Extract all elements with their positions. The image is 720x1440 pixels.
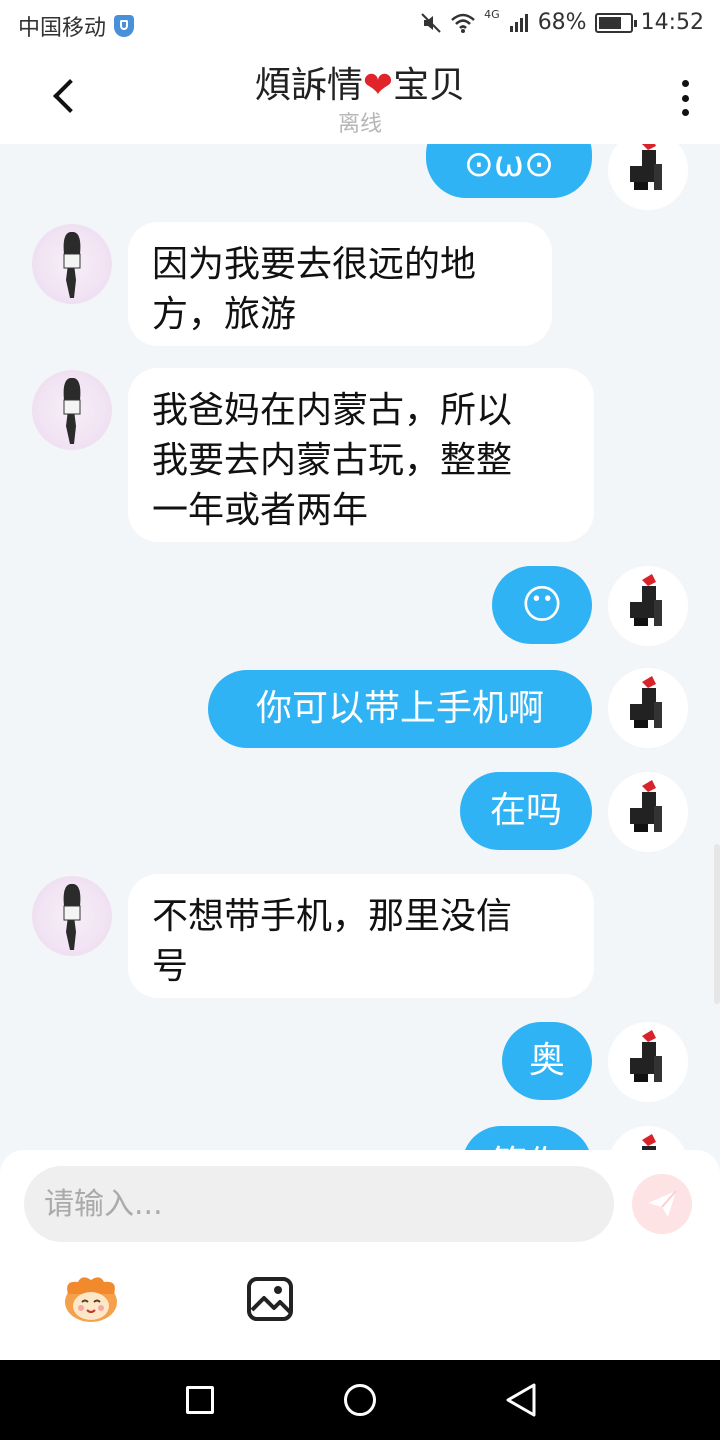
message-text: 因为我要去很远的地 方，旅游 bbox=[152, 244, 477, 335]
scrollbar[interactable] bbox=[714, 844, 720, 1004]
nav-back-icon[interactable] bbox=[504, 1382, 538, 1418]
message-text: ⊙ω⊙ bbox=[463, 144, 555, 185]
heart-emoji: ❤ bbox=[362, 65, 394, 106]
contact-status: 离线 bbox=[337, 112, 382, 137]
nav-recent-icon[interactable] bbox=[186, 1386, 214, 1414]
avatar-self[interactable] bbox=[608, 1126, 688, 1150]
avatar-self[interactable] bbox=[608, 668, 688, 748]
message-bubble-outgoing[interactable]: 😶 bbox=[492, 566, 592, 644]
avatar-self[interactable] bbox=[608, 1022, 688, 1102]
more-vertical-icon[interactable] bbox=[680, 80, 690, 116]
status-right: 4G 68% 14:52 bbox=[420, 8, 704, 35]
avatar-self[interactable] bbox=[608, 772, 688, 852]
carrier-label: 中国移动 bbox=[18, 16, 107, 41]
network-type: 4G bbox=[484, 8, 500, 21]
message-bubble-incoming[interactable]: 我爸妈在内蒙古，所以 我要去内蒙古玩，整整 一年或者两年 bbox=[128, 368, 594, 542]
avatar-contact[interactable] bbox=[32, 876, 112, 956]
emoji-expressionless: 😶 bbox=[521, 582, 563, 628]
message-text: 不想带手机，那里没信 号 bbox=[152, 896, 513, 987]
system-nav-bar bbox=[0, 1360, 720, 1440]
message-bubble-incoming[interactable]: 不想带手机，那里没信 号 bbox=[128, 874, 594, 998]
avatar-contact[interactable] bbox=[32, 224, 112, 304]
contact-name[interactable]: 煩訴情❤宝贝 bbox=[0, 56, 720, 108]
wifi-icon bbox=[451, 13, 475, 33]
avatar-self[interactable] bbox=[608, 144, 688, 210]
status-left: 中国移动 bbox=[18, 10, 135, 42]
send-button[interactable] bbox=[632, 1174, 692, 1234]
image-icon bbox=[247, 1277, 293, 1321]
message-text: 在吗 bbox=[489, 790, 562, 831]
image-button[interactable] bbox=[246, 1276, 294, 1322]
contact-name-part1: 煩訴情 bbox=[254, 65, 363, 106]
message-bubble-outgoing[interactable]: 在吗 bbox=[460, 772, 592, 850]
message-bubble-incoming[interactable]: 因为我要去很远的地 方，旅游 bbox=[128, 222, 552, 346]
send-icon bbox=[648, 1190, 677, 1217]
message-bubble-outgoing[interactable]: 你可以带上手机啊 bbox=[208, 670, 592, 748]
clock: 14:52 bbox=[640, 10, 704, 35]
avatar-contact[interactable] bbox=[32, 370, 112, 450]
message-text: 奥 bbox=[528, 1040, 565, 1081]
signal-icon bbox=[509, 13, 528, 32]
chat-header: 煩訴情❤宝贝 离线 bbox=[0, 50, 720, 144]
avatar-self[interactable] bbox=[608, 566, 688, 646]
emoji-icon bbox=[65, 1277, 117, 1322]
message-bubble-outgoing[interactable]: 等你 bbox=[462, 1126, 592, 1150]
message-text: 我爸妈在内蒙古，所以 我要去内蒙古玩，整整 一年或者两年 bbox=[152, 390, 513, 531]
status-bar: 中国移动 4G 68% 14:52 bbox=[0, 0, 720, 50]
shield-icon bbox=[114, 15, 135, 37]
composer bbox=[0, 1150, 720, 1360]
nav-home-icon[interactable] bbox=[344, 1384, 376, 1416]
message-list[interactable]: ⊙ω⊙ 因为我要去很远的地 方，旅游 我爸妈在内蒙古，所以 我要去内蒙古玩，整整… bbox=[0, 144, 720, 1150]
message-text: 你可以带上手机啊 bbox=[255, 688, 544, 729]
message-input[interactable] bbox=[24, 1166, 614, 1242]
battery-percent: 68% bbox=[537, 10, 587, 35]
message-bubble-outgoing[interactable]: 奥 bbox=[502, 1022, 592, 1100]
emoji-button[interactable] bbox=[60, 1272, 122, 1324]
battery-icon bbox=[594, 12, 637, 33]
message-bubble-outgoing[interactable]: ⊙ω⊙ bbox=[426, 144, 592, 198]
contact-name-part2: 宝贝 bbox=[393, 65, 466, 106]
mute-icon bbox=[421, 12, 441, 33]
